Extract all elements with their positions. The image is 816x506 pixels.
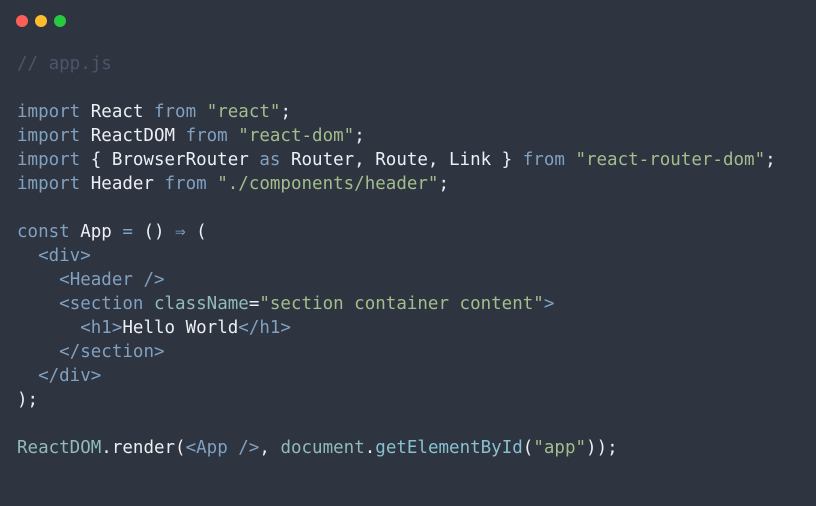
code-token-ident: { BrowserRouter — [80, 150, 260, 170]
code-token-attr: className — [143, 294, 249, 314]
code-token-func: getElementById — [375, 438, 523, 458]
code-line: import Header from "./components/header"… — [17, 172, 776, 196]
code-line: ReactDOM.render(<App />, document.getEle… — [17, 436, 776, 460]
code-token-string: "app" — [533, 438, 587, 458]
code-token-keyword: import — [17, 150, 81, 170]
code-token-tag: <div> — [38, 246, 91, 266]
code-token-punct: ; — [354, 126, 365, 146]
code-token-string: "react-router-dom" — [575, 150, 766, 170]
code-token-keyword: from — [164, 174, 207, 194]
code-token-op: = — [122, 222, 133, 242]
code-line: // app.js — [17, 52, 776, 76]
code-token-keyword: from — [522, 150, 565, 170]
code-token-punct — [17, 318, 80, 338]
code-line: const App = () ⇒ ( — [17, 220, 776, 244]
code-token-ident: App — [69, 222, 123, 242]
code-token-punct — [565, 150, 576, 170]
code-token-punct: . — [364, 438, 376, 458]
code-token-tag: <section — [59, 294, 144, 314]
code-token-tag: </h1> — [238, 318, 291, 338]
code-token-ident: ReactDOM — [80, 126, 186, 146]
maximize-window-button[interactable] — [54, 15, 66, 27]
window-controls — [16, 15, 66, 27]
code-token-punct: ( — [185, 222, 207, 242]
code-token-ident: Router, Route, Link } — [280, 150, 523, 170]
code-token-punct: = — [248, 294, 260, 314]
code-token-punct — [17, 366, 38, 386]
code-token-punct: ; — [765, 150, 776, 170]
code-line: import { BrowserRouter as Router, Route,… — [17, 148, 776, 172]
code-token-punct — [17, 342, 59, 362]
code-line: <Header /> — [17, 268, 776, 292]
code-line: import React from "react"; — [17, 100, 776, 124]
code-token-keyword: from — [185, 126, 228, 146]
code-token-punct: () — [132, 222, 176, 242]
code-token-attr: document — [280, 438, 365, 458]
code-token-punct: ; — [438, 174, 450, 194]
code-line: <div> — [17, 244, 776, 268]
code-token-keyword: const — [17, 222, 70, 242]
code-token-keyword: import — [17, 174, 81, 194]
code-token-attr: ReactDOM — [17, 438, 102, 458]
code-token-tag: > — [543, 294, 555, 314]
code-token-keyword: import — [17, 126, 81, 146]
code-token-punct — [17, 294, 59, 314]
code-token-string: "section container content" — [259, 294, 544, 314]
close-window-button[interactable] — [16, 15, 28, 27]
code-line: ); — [17, 388, 776, 412]
code-line: <h1>Hello World</h1> — [17, 316, 776, 340]
code-token-tag: <App /> — [185, 438, 260, 458]
code-token-ident: React — [80, 102, 154, 122]
code-token-string: "react-dom" — [238, 126, 355, 146]
code-token-keyword: import — [17, 102, 81, 122]
code-block: // app.js import React from "react"; impo… — [17, 52, 776, 460]
code-token-punct — [228, 126, 239, 146]
code-line: import ReactDOM from "react-dom"; — [17, 124, 776, 148]
code-token-punct: , — [259, 438, 281, 458]
code-token-punct: .render( — [101, 438, 186, 458]
code-token-op: ⇒ — [175, 222, 186, 242]
code-token-string: "./components/header" — [217, 174, 439, 194]
code-token-string: "react" — [206, 102, 281, 122]
code-token-keyword: from — [153, 102, 197, 122]
code-token-punct: ( — [522, 438, 534, 458]
code-token-punct: ); — [17, 390, 39, 410]
code-token-keyword: as — [259, 150, 281, 170]
code-token-punct — [17, 270, 59, 290]
code-token-tag: </section> — [59, 342, 165, 362]
code-window: // app.js import React from "react"; impo… — [0, 0, 816, 506]
code-token-comment: // app.js — [17, 54, 112, 74]
code-line: </div> — [17, 364, 776, 388]
code-token-punct — [17, 246, 38, 266]
code-line: </section> — [17, 340, 776, 364]
code-token-punct — [196, 102, 207, 122]
code-line: <section className="section container co… — [17, 292, 776, 316]
code-token-punct: )); — [586, 438, 618, 458]
code-token-tag: <h1> — [80, 318, 123, 338]
code-token-punct — [207, 174, 218, 194]
code-token-punct: ; — [280, 102, 291, 122]
code-token-tag: </div> — [38, 366, 102, 386]
code-token-ident: Header — [80, 174, 165, 194]
minimize-window-button[interactable] — [35, 15, 47, 27]
code-token-tag: <Header /> — [59, 270, 165, 290]
code-token-ident: Hello World — [122, 318, 239, 338]
